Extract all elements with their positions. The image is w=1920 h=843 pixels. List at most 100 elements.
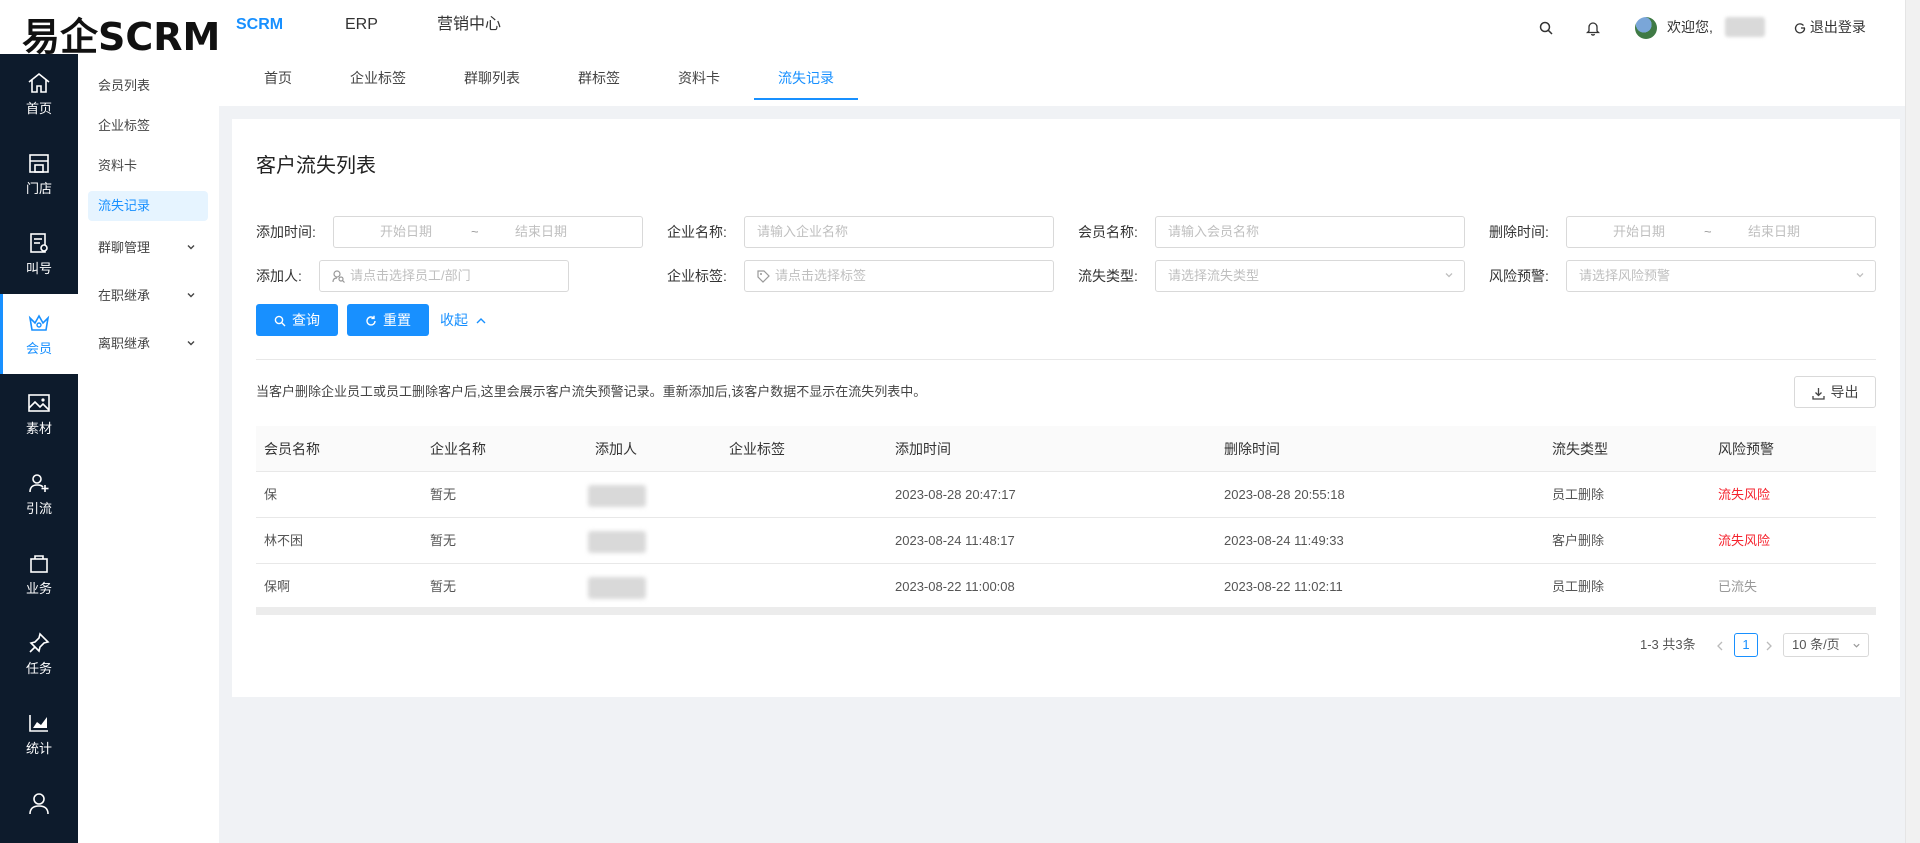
sidebar-item-home[interactable]: 首页 (0, 54, 78, 134)
sidebar-item-queue[interactable]: 叫号 (0, 214, 78, 294)
delete-time-range-picker[interactable]: 开始日期 ~ 结束日期 (1566, 216, 1876, 248)
next-page-button[interactable] (1765, 633, 1773, 657)
topnav-marketing[interactable]: 营销中心 (437, 0, 501, 54)
column-header: 添加人 (595, 441, 637, 457)
tab-group-chat-list[interactable]: 群聊列表 (464, 54, 520, 100)
cell-loss-type: 员工删除 (1552, 579, 1605, 594)
table-row: 保 暂无 2023-08-28 20:47:17 2023-08-28 20:5… (256, 472, 1876, 518)
cell-loss-type: 客户删除 (1552, 533, 1605, 548)
cell-company: 暂无 (430, 533, 457, 548)
export-button[interactable]: 导出 (1794, 376, 1876, 408)
loss-list-card: 客户流失列表 添加时间: 开始日期 ~ 结束日期 企业名称: 请输入企业名称 会… (232, 119, 1900, 697)
cell-added-time: 2023-08-22 11:00:08 (895, 579, 1015, 594)
sidebar-item-profile[interactable] (0, 774, 78, 843)
topnav-erp[interactable]: ERP (345, 0, 378, 54)
page-title: 客户流失列表 (256, 155, 376, 177)
main-sidebar: 首页 门店 叫号 会员 素材 引流 业务 任务 统计 (0, 54, 78, 843)
submenu-item-company-tags[interactable]: 企业标签 (88, 111, 208, 141)
chevron-down-icon (1855, 261, 1865, 291)
chevron-left-icon (1717, 641, 1723, 651)
bag-icon (30, 555, 48, 573)
logout-icon (1794, 23, 1806, 34)
sidebar-item-store[interactable]: 门店 (0, 134, 78, 214)
loss-notice-text: 当客户删除企业员工或员工删除客户后,这里会展示客户流失预警记录。重新添加后,该客… (256, 384, 927, 399)
page-number-current[interactable]: 1 (1734, 633, 1758, 657)
cell-added-time: 2023-08-24 11:48:17 (895, 533, 1015, 548)
member-name-input[interactable]: 请输入会员名称 (1155, 216, 1465, 248)
image-icon (28, 394, 50, 412)
home-icon (28, 72, 50, 93)
submenu-item-profile-card[interactable]: 资料卡 (88, 151, 208, 181)
sidebar-label: 业务 (25, 581, 52, 596)
adder-selector[interactable]: 请点击选择员工/部门 (319, 260, 569, 292)
prev-page-button[interactable] (1716, 633, 1724, 657)
company-tag-placeholder: 请点击选择标签 (775, 268, 867, 283)
sidebar-item-traffic[interactable]: 引流 (0, 454, 78, 534)
tab-company-tags[interactable]: 企业标签 (350, 54, 406, 100)
add-time-range-picker[interactable]: 开始日期 ~ 结束日期 (333, 216, 643, 248)
tab-profile-card[interactable]: 资料卡 (678, 54, 720, 100)
submenu-item-group-chat-mgmt[interactable]: 群聊管理 (88, 233, 208, 263)
query-button[interactable]: 查询 (256, 304, 338, 336)
username-redacted (1725, 17, 1765, 37)
sidebar-item-task[interactable]: 任务 (0, 614, 78, 694)
company-tag-selector[interactable]: 请点击选择标签 (744, 260, 1054, 292)
sidebar-item-stats[interactable]: 统计 (0, 694, 78, 774)
submenu-item-member-list[interactable]: 会员列表 (88, 71, 208, 101)
topnav-scrm[interactable]: SCRM (236, 0, 283, 54)
table-horizontal-scrollbar[interactable] (256, 607, 1876, 615)
logout-button[interactable]: 退出登录 (1794, 0, 1866, 54)
tab-group-tags[interactable]: 群标签 (578, 54, 620, 100)
chevron-up-icon (476, 318, 486, 324)
vertical-scrollbar[interactable] (1905, 0, 1920, 843)
export-label: 导出 (1830, 384, 1859, 400)
sidebar-item-business[interactable]: 业务 (0, 534, 78, 614)
risk-warning-label: 风险预警: (1489, 268, 1549, 284)
cell-adder-redacted (588, 577, 646, 599)
company-name-input[interactable]: 请输入企业名称 (744, 216, 1054, 248)
queue-icon (30, 233, 48, 253)
cell-added-time: 2023-08-28 20:47:17 (895, 487, 1016, 502)
avatar[interactable] (1635, 17, 1657, 39)
cell-risk-warning: 流失风险 (1718, 533, 1771, 548)
loss-type-label: 流失类型: (1078, 268, 1138, 284)
sidebar-item-member[interactable]: 会员 (0, 294, 78, 374)
column-header: 流失类型 (1552, 441, 1608, 457)
tab-loss-records[interactable]: 流失记录 (754, 54, 858, 100)
range-separator: ~ (1704, 224, 1712, 239)
sidebar-label: 门店 (25, 181, 52, 196)
company-name-label: 企业名称: (667, 224, 727, 240)
pin-icon (29, 632, 50, 653)
submenu-item-loss-records[interactable]: 流失记录 (88, 191, 208, 221)
reset-button[interactable]: 重置 (347, 304, 429, 336)
loss-type-select[interactable]: 请选择流失类型 (1155, 260, 1465, 292)
reset-label: 重置 (383, 312, 411, 328)
loss-type-placeholder: 请选择流失类型 (1168, 268, 1260, 283)
tab-home[interactable]: 首页 (264, 54, 292, 100)
cell-deleted-time: 2023-08-22 11:02:11 (1224, 579, 1343, 594)
search-icon (274, 315, 286, 327)
chevron-down-icon (186, 329, 196, 359)
cell-deleted-time: 2023-08-28 20:55:18 (1224, 487, 1345, 502)
sidebar-item-material[interactable]: 素材 (0, 374, 78, 454)
column-header: 企业名称 (430, 441, 486, 457)
cell-member: 保啊 (264, 579, 291, 594)
submenu-label: 群聊管理 (98, 240, 151, 255)
cell-risk-warning: 已流失 (1718, 579, 1758, 594)
cell-risk-warning: 流失风险 (1718, 487, 1771, 502)
start-date-placeholder: 开始日期 (1613, 224, 1666, 239)
table-header: 会员名称 企业名称 添加人 企业标签 添加时间 删除时间 流失类型 风险预警 (256, 426, 1876, 472)
sidebar-label: 素材 (25, 421, 52, 436)
submenu-item-resign-inherit[interactable]: 离职继承 (88, 329, 208, 359)
member-submenu: 会员列表 企业标签 资料卡 流失记录 群聊管理 在职继承 离职继承 (78, 54, 219, 843)
crown-icon (28, 314, 50, 331)
collapse-toggle[interactable]: 收起 (440, 304, 487, 336)
search-icon[interactable] (1539, 0, 1553, 54)
collapse-label: 收起 (440, 312, 468, 328)
bell-icon[interactable] (1586, 0, 1600, 54)
member-name-label: 会员名称: (1078, 224, 1138, 240)
submenu-item-onjob-inherit[interactable]: 在职继承 (88, 281, 208, 311)
risk-warning-select[interactable]: 请选择风险预警 (1566, 260, 1876, 292)
page-size-select[interactable]: 10 条/页 (1783, 633, 1869, 657)
company-tag-label: 企业标签: (667, 268, 727, 284)
